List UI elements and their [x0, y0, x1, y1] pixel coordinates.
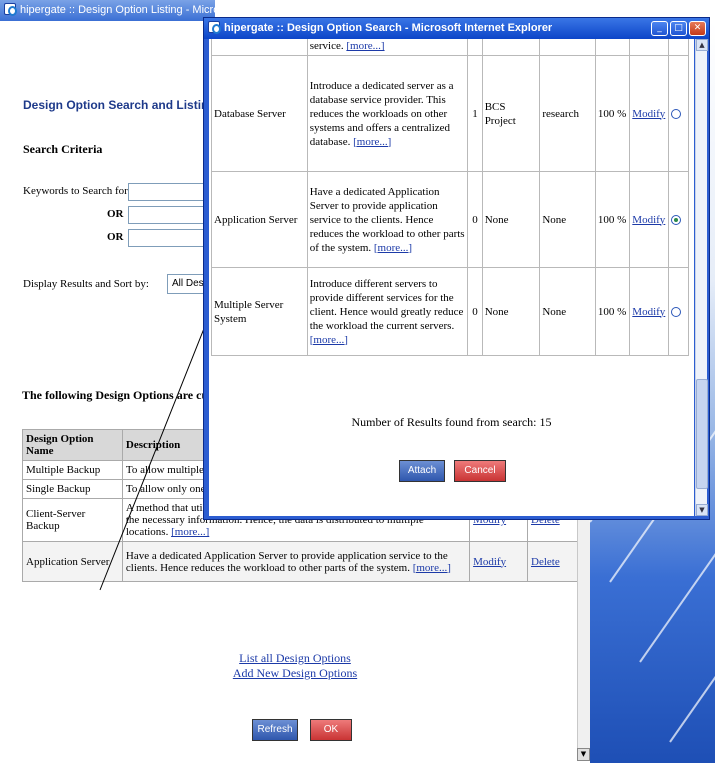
table-row: Database Server Introduce a dedicated se… — [211, 55, 689, 172]
popup-window: hipergate :: Design Option Search - Micr… — [203, 17, 710, 520]
row-description-cell: Introduce a dedicated server as a databa… — [306, 55, 469, 172]
row-modify-cell: Modify — [629, 55, 670, 172]
maximize-icon[interactable]: □ — [670, 21, 687, 36]
row-percent: 100 % — [594, 267, 631, 356]
select-radio-selected[interactable] — [671, 214, 682, 225]
row-name: Multiple Server System — [211, 267, 308, 356]
results-label: Number of Results found from search: — [351, 415, 537, 429]
empty-cell — [467, 39, 483, 56]
select-radio[interactable] — [671, 306, 682, 317]
scroll-up-icon[interactable]: ▲ — [696, 39, 708, 51]
row-project: None — [481, 267, 541, 356]
row-name: Database Server — [211, 55, 308, 172]
popup-content: service. [more...] Database Server Intro… — [209, 39, 694, 516]
more-link[interactable]: [more...] — [310, 334, 348, 346]
row-count: 0 — [467, 267, 483, 356]
row-name: Application Server — [211, 171, 308, 268]
attach-button[interactable]: Attach — [399, 460, 445, 482]
row-radio-cell — [668, 267, 689, 356]
row-count: 0 — [467, 171, 483, 268]
popup-scrollbar[interactable]: ▲ ▼ — [695, 39, 708, 516]
row-description: Introduce different servers to provide d… — [309, 277, 464, 332]
row-project: BCS Project — [481, 55, 541, 172]
partial-description-cell: service. [more...] — [306, 39, 469, 56]
row-count: 1 — [467, 55, 483, 172]
row-modify-cell: Modify — [629, 171, 670, 268]
row-percent: 100 % — [594, 171, 631, 268]
scroll-thumb[interactable] — [696, 379, 708, 489]
empty-cell — [481, 39, 541, 56]
row-type: None — [539, 171, 596, 268]
partial-name-cell — [211, 39, 308, 56]
empty-cell — [629, 39, 670, 56]
more-link[interactable]: [more...] — [346, 40, 384, 52]
row-type: None — [539, 267, 596, 356]
modify-link[interactable]: Modify — [632, 306, 665, 318]
row-description-cell: Introduce different servers to provide d… — [306, 267, 469, 356]
close-icon[interactable]: ✕ — [689, 21, 706, 36]
table-row: Multiple Server System Introduce differe… — [211, 267, 689, 356]
popup-titlebar[interactable]: hipergate :: Design Option Search - Micr… — [204, 18, 709, 39]
row-description: service. — [309, 40, 344, 52]
more-link[interactable]: [more...] — [353, 136, 391, 148]
results-count-line: Number of Results found from search: 15 — [209, 415, 694, 430]
modify-link[interactable]: Modify — [632, 214, 665, 226]
row-radio-cell — [668, 55, 689, 172]
row-type: research — [539, 55, 596, 172]
table-row: service. [more...] — [211, 39, 689, 56]
select-radio[interactable] — [671, 108, 682, 119]
row-description-cell: Have a dedicated Application Server to p… — [306, 171, 469, 268]
scroll-down-icon[interactable]: ▼ — [696, 504, 708, 516]
ie-icon — [208, 21, 221, 35]
row-radio-cell — [668, 171, 689, 268]
empty-cell — [594, 39, 631, 56]
more-link[interactable]: [more...] — [374, 242, 412, 254]
minimize-icon[interactable]: _ — [651, 21, 668, 36]
search-results-table: service. [more...] Database Server Intro… — [211, 39, 689, 356]
results-count: 15 — [539, 415, 552, 429]
row-project: None — [481, 171, 541, 268]
popup-title: hipergate :: Design Option Search - Micr… — [224, 22, 553, 34]
modify-link[interactable]: Modify — [632, 108, 665, 120]
empty-cell — [539, 39, 596, 56]
row-percent: 100 % — [594, 55, 631, 172]
row-modify-cell: Modify — [629, 267, 670, 356]
table-row: Application Server Have a dedicated Appl… — [211, 171, 689, 268]
cancel-button[interactable]: Cancel — [454, 460, 506, 482]
empty-cell — [668, 39, 689, 56]
